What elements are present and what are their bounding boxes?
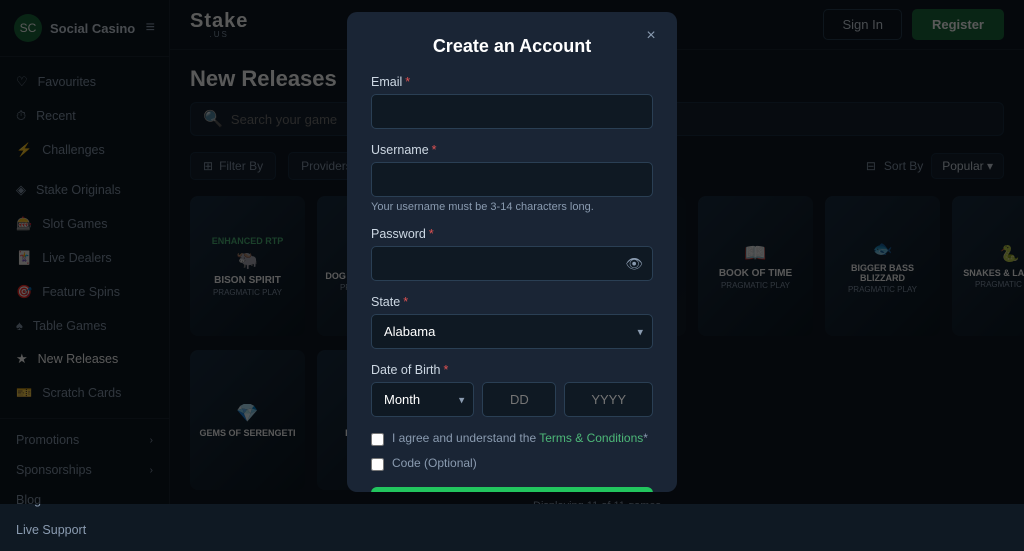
dob-month-select[interactable]: Month January February March April May J… [371, 382, 474, 417]
code-checkbox-row: Code (Optional) [371, 456, 653, 471]
email-input[interactable] [371, 94, 653, 129]
dob-year-input[interactable] [564, 382, 653, 417]
dob-year-wrapper [564, 382, 653, 417]
required-marker: * [403, 295, 408, 309]
modal-close-button[interactable]: × [639, 24, 663, 48]
code-checkbox[interactable] [371, 458, 384, 471]
play-now-button[interactable]: Play Now [371, 487, 653, 492]
modal-overlay[interactable]: × Create an Account Email * Username * Y… [0, 0, 1024, 504]
dob-field-group: Date of Birth * Month January February M… [371, 363, 653, 417]
dob-month-wrapper: Month January February March April May J… [371, 382, 474, 417]
username-field-group: Username * Your username must be 3-14 ch… [371, 143, 653, 213]
code-label[interactable]: Code (Optional) [392, 456, 477, 470]
password-wrapper: 👁 [371, 246, 653, 281]
dob-day-wrapper [482, 382, 556, 417]
terms-label[interactable]: I agree and understand the Terms & Condi… [392, 431, 648, 445]
password-label: Password * [371, 227, 653, 241]
email-field-group: Email * [371, 75, 653, 129]
terms-checkbox[interactable] [371, 433, 384, 446]
dob-row: Month January February March April May J… [371, 382, 653, 417]
terms-text: I agree and understand the Terms & Condi… [392, 431, 648, 445]
modal-title: Create an Account [371, 36, 653, 57]
password-toggle-button[interactable]: 👁 [625, 255, 643, 272]
live-support-label: Live Support [16, 523, 86, 537]
state-select-wrapper: Alabama Alaska Arizona California Colora… [371, 314, 653, 349]
required-marker: * [405, 75, 410, 89]
username-label: Username * [371, 143, 653, 157]
dob-day-input[interactable] [482, 382, 556, 417]
sidebar-item-live-support[interactable]: Live Support [0, 515, 169, 545]
password-input[interactable] [371, 246, 653, 281]
username-hint: Your username must be 3-14 characters lo… [371, 201, 653, 213]
terms-checkbox-row: I agree and understand the Terms & Condi… [371, 431, 653, 446]
modal-create-account: × Create an Account Email * Username * Y… [347, 12, 677, 492]
required-marker: * [432, 143, 437, 157]
state-label: State * [371, 295, 653, 309]
dob-label: Date of Birth * [371, 363, 653, 377]
email-label: Email * [371, 75, 653, 89]
state-select[interactable]: Alabama Alaska Arizona California Colora… [371, 314, 653, 349]
password-field-group: Password * 👁 [371, 227, 653, 281]
username-input[interactable] [371, 162, 653, 197]
required-marker: * [443, 363, 448, 377]
required-marker: * [429, 227, 434, 241]
state-field-group: State * Alabama Alaska Arizona Californi… [371, 295, 653, 349]
